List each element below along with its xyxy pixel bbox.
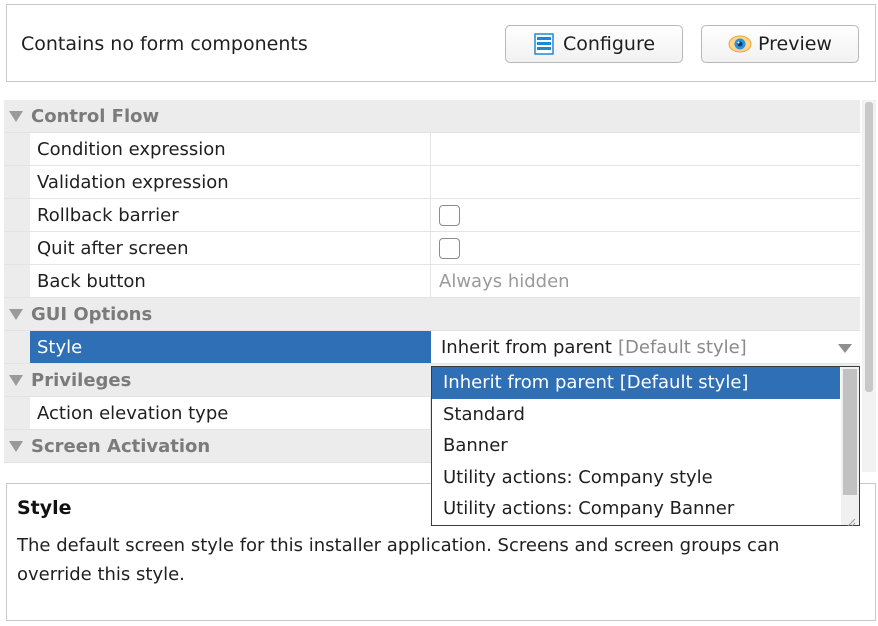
chevron-down-icon[interactable] bbox=[838, 344, 852, 353]
no-components-message: Contains no form components bbox=[21, 33, 308, 55]
section-title: Screen Activation bbox=[31, 435, 211, 457]
property-row-rollback-barrier[interactable]: Rollback barrier bbox=[4, 199, 860, 232]
property-label: Validation expression bbox=[30, 166, 431, 198]
property-row-style[interactable]: Style Inherit from parent [Default style… bbox=[4, 331, 860, 364]
scrollbar-thumb[interactable] bbox=[865, 102, 873, 392]
dropdown-option[interactable]: Utility actions: Company style bbox=[432, 462, 840, 494]
dropdown-option[interactable]: Utility actions: Company Banner bbox=[432, 493, 840, 525]
configure-button[interactable]: Configure bbox=[505, 25, 683, 63]
property-row-back-button[interactable]: Back button Always hidden bbox=[4, 265, 860, 298]
property-label: Back button bbox=[30, 265, 431, 297]
property-grid-scrollbar[interactable] bbox=[862, 100, 876, 472]
rollback-barrier-checkbox[interactable] bbox=[439, 204, 460, 226]
style-dropdown-list[interactable]: Inherit from parent [Default style] Stan… bbox=[431, 366, 860, 527]
section-control-flow[interactable]: Control Flow bbox=[4, 100, 860, 133]
help-description: The default screen style for this instal… bbox=[17, 535, 780, 585]
section-title: Privileges bbox=[31, 369, 132, 391]
eye-icon bbox=[728, 33, 752, 55]
property-label: Quit after screen bbox=[30, 232, 431, 264]
quit-after-screen-checkbox[interactable] bbox=[439, 237, 460, 259]
resize-grip-icon[interactable] bbox=[846, 512, 856, 527]
back-button-value[interactable]: Always hidden bbox=[431, 265, 860, 297]
dropdown-scrollbar[interactable] bbox=[841, 367, 859, 525]
form-components-panel: Contains no form components Configure Pr… bbox=[6, 4, 876, 82]
scrollbar-thumb[interactable] bbox=[843, 369, 857, 495]
style-combobox[interactable]: Inherit from parent [Default style] bbox=[431, 331, 860, 363]
configure-button-label: Configure bbox=[562, 33, 656, 55]
form-layout-icon bbox=[533, 33, 555, 55]
dropdown-option[interactable]: Banner bbox=[432, 430, 840, 462]
validation-expression-value[interactable] bbox=[431, 166, 860, 198]
condition-expression-value[interactable] bbox=[431, 133, 860, 165]
property-label: Condition expression bbox=[30, 133, 431, 165]
dropdown-option[interactable]: Standard bbox=[432, 399, 840, 431]
collapse-triangle-icon[interactable] bbox=[9, 374, 23, 386]
collapse-triangle-icon[interactable] bbox=[9, 308, 23, 320]
property-row-condition-expression[interactable]: Condition expression bbox=[4, 133, 860, 166]
property-row-validation-expression[interactable]: Validation expression bbox=[4, 166, 860, 199]
property-row-quit-after-screen[interactable]: Quit after screen bbox=[4, 232, 860, 265]
property-label: Rollback barrier bbox=[30, 199, 431, 231]
preview-button[interactable]: Preview bbox=[701, 25, 859, 63]
style-combobox-default-hint: [Default style] bbox=[618, 336, 747, 358]
collapse-triangle-icon[interactable] bbox=[9, 110, 23, 122]
section-title: GUI Options bbox=[31, 303, 153, 325]
style-combobox-value: Inherit from parent bbox=[441, 336, 612, 358]
help-title: Style bbox=[17, 497, 72, 519]
preview-button-label: Preview bbox=[758, 33, 832, 55]
section-title: Control Flow bbox=[31, 105, 160, 127]
property-label: Style bbox=[30, 331, 431, 363]
dropdown-option[interactable]: Inherit from parent [Default style] bbox=[432, 367, 840, 399]
section-gui-options[interactable]: GUI Options bbox=[4, 298, 860, 331]
collapse-triangle-icon[interactable] bbox=[9, 440, 23, 452]
property-label: Action elevation type bbox=[30, 397, 431, 429]
